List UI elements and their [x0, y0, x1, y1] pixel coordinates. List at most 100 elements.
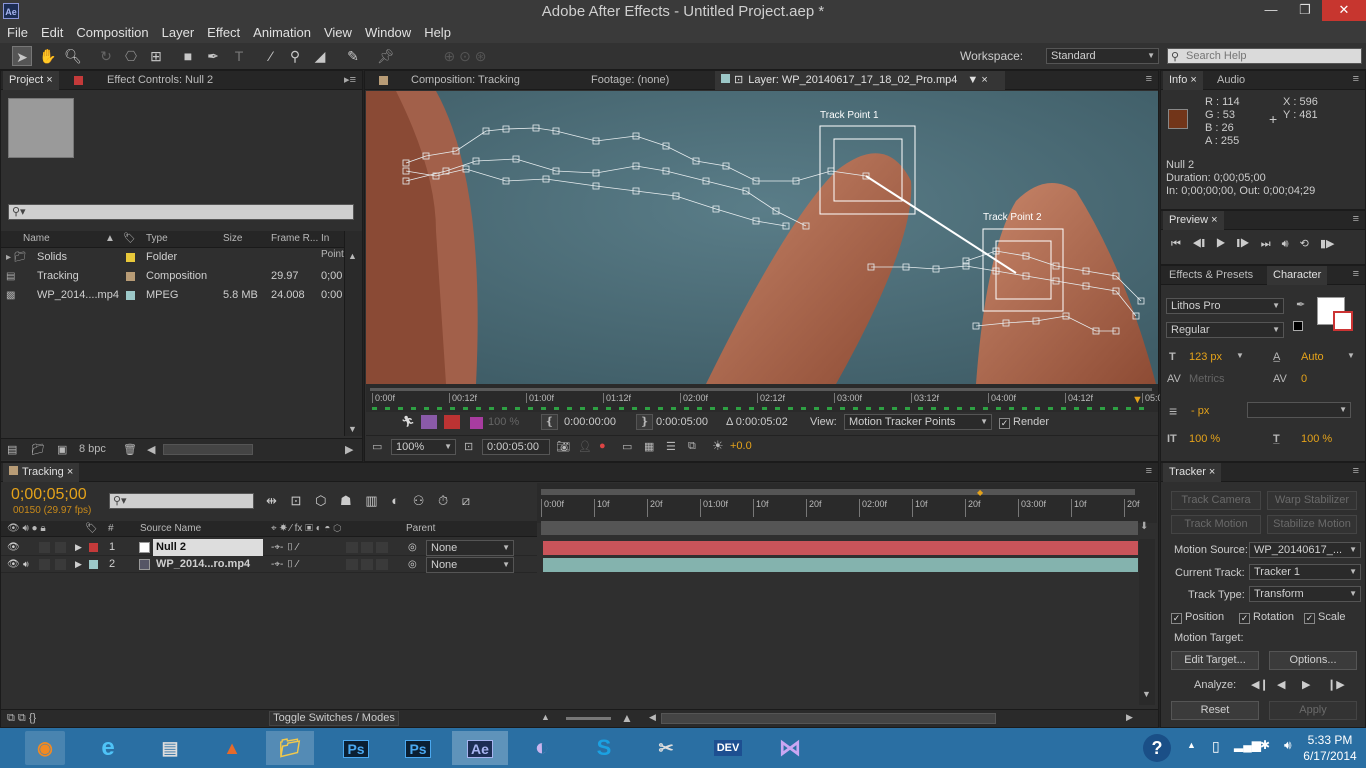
- tab-audio[interactable]: Audio: [1211, 71, 1251, 90]
- expand-arrow-icon[interactable]: ▶: [75, 556, 82, 573]
- timeline-search-input[interactable]: [109, 493, 254, 509]
- next-frame-icon[interactable]: ❙▶: [1237, 238, 1250, 250]
- lock-toggle[interactable]: [55, 559, 66, 570]
- previous-frame-icon[interactable]: ◀❙: [1192, 238, 1205, 250]
- play-icon[interactable]: ▶: [1216, 238, 1226, 250]
- toggle-switches-modes-button[interactable]: Toggle Switches / Modes: [269, 711, 399, 726]
- project-search-input[interactable]: [8, 204, 354, 220]
- project-item[interactable]: ▩ WP_2014....mp4 MPEG 5.8 MB 24.008 0:00: [1, 286, 344, 305]
- roto-brush-tool-icon[interactable]: ✎: [343, 46, 363, 66]
- rectangle-tool-icon[interactable]: ■: [178, 46, 198, 66]
- kerning-value[interactable]: Metrics: [1189, 373, 1224, 385]
- stopwatch-icon[interactable]: ⏱: [438, 493, 448, 508]
- timeline-scrollbar[interactable]: ▼: [1139, 539, 1155, 705]
- zoom-tool-icon[interactable]: 🔍︎: [63, 46, 83, 66]
- apply-button[interactable]: Apply: [1269, 701, 1357, 720]
- col-size[interactable]: Size: [223, 231, 242, 247]
- type-tool-icon[interactable]: T: [229, 46, 249, 66]
- taskbar-after-effects-icon[interactable]: Ae: [452, 731, 508, 765]
- project-item[interactable]: ▤ Tracking Composition 29.97 0;00: [1, 267, 344, 286]
- layer-switches[interactable]: -⌖- ▯ ⁄: [271, 539, 298, 556]
- taskbar-screenshot-tool-icon[interactable]: ▤: [150, 731, 190, 765]
- taskbar-matlab-icon[interactable]: ▲: [212, 731, 252, 765]
- stroke-width-value[interactable]: - px: [1191, 405, 1209, 417]
- puppet-pin-tool-icon[interactable]: 📌︎: [376, 46, 396, 66]
- eraser-tool-icon[interactable]: ◢: [310, 46, 330, 66]
- work-area-end-marker[interactable]: ◆: [977, 488, 983, 497]
- view-dropdown[interactable]: Motion Tracker Points: [844, 414, 992, 430]
- tab-effect-controls[interactable]: Effect Controls: Null 2: [101, 71, 219, 90]
- menu-layer[interactable]: Layer: [155, 23, 201, 40]
- analyze-forward-one-frame-icon[interactable]: ❙▶: [1327, 678, 1345, 691]
- magnification-dropdown[interactable]: 100%: [391, 439, 456, 455]
- clone-stamp-tool-icon[interactable]: ⚲: [285, 46, 305, 66]
- new-composition-icon[interactable]: ▣: [57, 443, 67, 456]
- loop-icon[interactable]: ⟲: [1300, 238, 1309, 250]
- first-frame-icon[interactable]: ⏮: [1171, 238, 1181, 250]
- layer-switches[interactable]: -⌖- ▯ ⁄: [271, 556, 298, 573]
- options-button[interactable]: Options...: [1269, 651, 1357, 670]
- lock-toggle[interactable]: [55, 542, 66, 553]
- taskbar-snipping-tool-icon[interactable]: ✂: [646, 731, 686, 765]
- track-motion-button[interactable]: Track Motion: [1171, 515, 1261, 534]
- analyze-backward-one-frame-icon[interactable]: ◀❙: [1251, 678, 1269, 691]
- font-family-dropdown[interactable]: Lithos Pro: [1166, 298, 1284, 314]
- audio-icon[interactable]: 🔊︎: [1282, 238, 1289, 250]
- parent-dropdown[interactable]: None: [426, 557, 514, 573]
- close-button[interactable]: ✕: [1322, 0, 1366, 21]
- pan-behind-tool-icon[interactable]: ⊞: [146, 46, 166, 66]
- zoom-in-icon[interactable]: ▲: [621, 711, 633, 725]
- color-swatch-icon[interactable]: [470, 417, 483, 429]
- menu-animation[interactable]: Animation: [246, 23, 317, 40]
- pick-whip-icon[interactable]: ◎: [408, 556, 417, 573]
- horizontal-scale-value[interactable]: 100 %: [1301, 433, 1332, 445]
- taskbar-skype-icon[interactable]: S: [584, 731, 624, 765]
- battery-icon[interactable]: ▯: [1212, 738, 1220, 755]
- last-frame-icon[interactable]: ⏭: [1261, 238, 1271, 250]
- col-name[interactable]: Name: [23, 231, 50, 247]
- show-hidden-icons[interactable]: ▲: [1187, 740, 1196, 750]
- work-area-bar[interactable]: [541, 489, 1135, 495]
- taskbar-firefox-icon[interactable]: ◉: [25, 731, 65, 765]
- layer-switch-boxes[interactable]: [346, 559, 390, 570]
- tab-tracker[interactable]: Tracker ×: [1163, 463, 1222, 482]
- taskbar-clock[interactable]: 5:33 PM 6/17/2014: [1300, 732, 1360, 764]
- brush-tool-icon[interactable]: ⁄: [261, 46, 281, 66]
- col-frame-rate[interactable]: Frame R...: [271, 231, 318, 247]
- layer-row[interactable]: 👁︎ 🔊︎ ▶ 2 WP_2014...ro.mp4 -⌖- ▯ ⁄ ◎ Non…: [1, 556, 537, 573]
- menu-view[interactable]: View: [317, 23, 358, 40]
- col-source-name[interactable]: Source Name: [140, 521, 201, 536]
- comp-mini-flowchart-icon[interactable]: ⇹: [266, 493, 277, 508]
- panel-menu-icon[interactable]: ≡: [1146, 73, 1152, 85]
- timeline-hscrollbar[interactable]: [661, 713, 996, 724]
- track-type-dropdown[interactable]: Transform: [1249, 586, 1361, 602]
- timeline-ruler[interactable]: ◆ 0:00f 10f 20f 01:00f 10f 20f 02:00f 10f 20f 03:…: [537, 483, 1157, 523]
- exposure-value[interactable]: +0.0: [730, 440, 752, 452]
- layer-label-swatch[interactable]: [89, 560, 98, 569]
- ram-preview-icon[interactable]: ▮▶: [1320, 238, 1335, 250]
- current-track-dropdown[interactable]: Tracker 1: [1249, 564, 1361, 580]
- tab-info[interactable]: Info ×: [1163, 71, 1203, 90]
- layer-name[interactable]: Null 2: [153, 539, 263, 556]
- project-item[interactable]: ▸ 📁︎ Solids Folder: [1, 248, 344, 267]
- reset-button[interactable]: Reset: [1171, 701, 1259, 720]
- layer-name[interactable]: WP_2014...ro.mp4: [153, 556, 263, 573]
- leading-value[interactable]: Auto: [1301, 351, 1324, 363]
- exposure-icon[interactable]: ☀: [712, 438, 724, 454]
- visibility-icon[interactable]: 👁︎: [7, 556, 20, 573]
- layer-switch-boxes[interactable]: [346, 542, 390, 553]
- resolution-icon[interactable]: ⧉: [688, 440, 696, 453]
- stroke-style-dropdown[interactable]: [1247, 402, 1351, 418]
- pick-whip-icon[interactable]: ◎: [408, 539, 417, 556]
- solo-toggle[interactable]: [39, 542, 50, 553]
- visibility-icon[interactable]: 👁︎: [7, 539, 20, 556]
- solo-toggle[interactable]: [39, 559, 50, 570]
- hand-tool-icon[interactable]: ✋: [38, 46, 58, 66]
- vertical-scale-value[interactable]: 100 %: [1189, 433, 1220, 445]
- taskbar-internet-explorer-icon[interactable]: e: [88, 731, 128, 765]
- volume-icon[interactable]: 🔊︎: [1284, 738, 1292, 753]
- opacity-value[interactable]: 100 %: [488, 416, 519, 428]
- out-time[interactable]: 0:00:05:00: [656, 416, 708, 428]
- label-swatch[interactable]: [126, 291, 135, 300]
- scroll-right-icon[interactable]: ▶: [345, 443, 353, 456]
